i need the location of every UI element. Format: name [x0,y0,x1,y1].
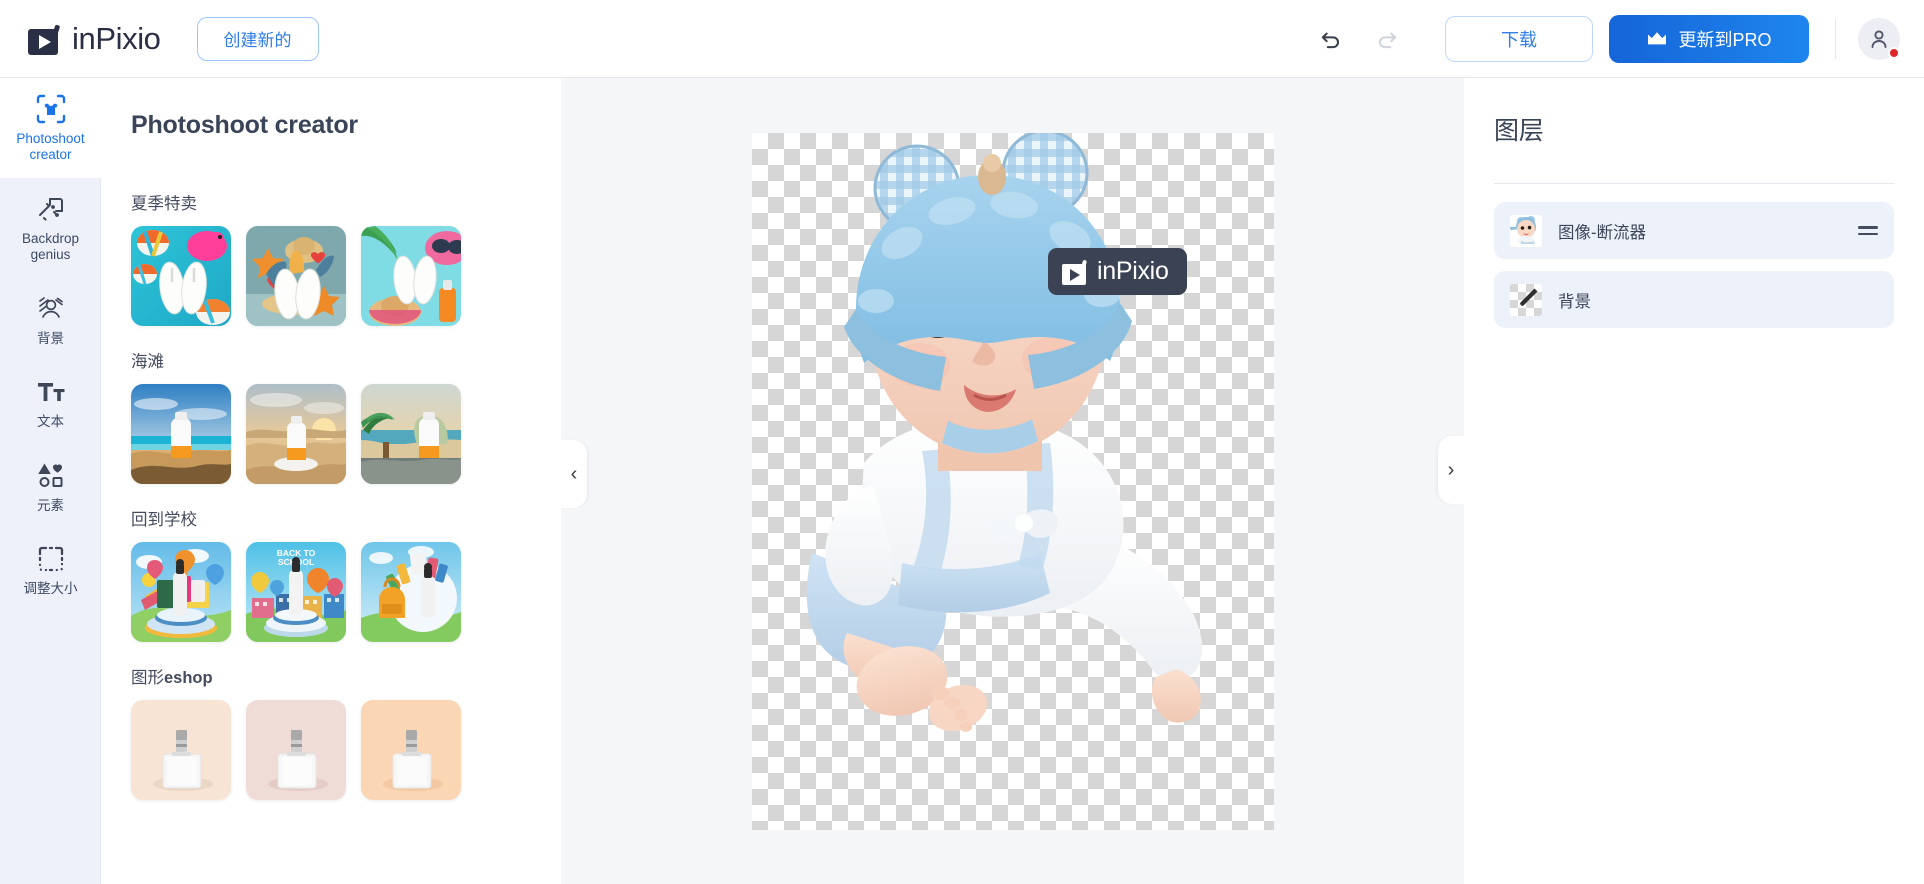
magic-backdrop-icon [36,194,66,224]
category-title-suffix: eshop [164,669,213,687]
upgrade-pro-button[interactable]: 更新到PRO [1609,15,1809,63]
category-title-text: 图形 [131,669,164,687]
watermark: inPixio [1048,248,1187,295]
layer-name: 图像-断流器 [1558,219,1646,243]
sidebar-item-label: Photoshoot creator [6,131,95,164]
back-to-school-bottle-thumb[interactable]: BACK TO SCHOOL [246,542,346,642]
inpixio-logo-icon [1062,259,1089,285]
template-scroll-area[interactable]: 夏季特卖 [101,168,561,884]
inpixio-logo-icon [28,23,62,55]
category-title: 图形eshop [131,664,561,688]
canvas-stage[interactable]: inPixio [561,78,1464,884]
collapse-left-panel-button[interactable]: ‹ [561,440,587,508]
template-row [101,384,561,484]
page-title: Photoshoot creator [131,111,561,140]
layer-item-background[interactable]: 背景 [1494,271,1894,328]
left-toolbar-rail: Photoshoot creator Backdrop genius [0,78,101,884]
watermark-label: inPixio [1097,257,1169,286]
notification-dot [1888,47,1900,59]
sidebar-item-label: Backdrop genius [6,231,95,264]
expand-right-panel-button[interactable]: › [1438,436,1464,504]
sidebar-item-label: 背景 [37,331,64,347]
sidebar-item-label: 调整大小 [24,581,78,597]
header-actions: 下载 更新到PRO [1309,15,1924,63]
baby-in-blue-bear-hat-photo[interactable] [752,133,1274,830]
perfume-rose-thumb[interactable] [246,700,346,800]
sidebar-item-elements[interactable]: 元素 [0,445,101,528]
layers-panel: 图层 [1464,78,1924,884]
pool-flipflops-thumb[interactable] [131,226,231,326]
perfume-peach-thumb[interactable] [131,700,231,800]
sidebar-item-backdrop-genius[interactable]: Backdrop genius [0,178,101,278]
drag-handle-icon[interactable] [1858,226,1878,235]
category-title: 回到学校 [131,506,561,530]
layer-name: 背景 [1558,288,1591,312]
sidebar-item-text[interactable]: 文本 [0,361,101,444]
school-podium-bottle-thumb[interactable] [131,542,231,642]
tshirt-frame-icon [36,94,66,124]
template-row: BACK TO SCHOOL [101,542,561,642]
shapes-elements-icon [36,461,66,491]
download-button[interactable]: 下载 [1445,16,1593,62]
app-header: inPixio 创建新的 下载 更新到PRO [0,0,1924,78]
template-row [101,700,561,800]
sidebar-item-label: 文本 [37,414,64,430]
text-tt-icon [36,377,66,407]
layers-divider [1494,183,1894,184]
category-title: 海滩 [131,348,561,372]
palm-mint-flipflops-thumb[interactable] [361,226,461,326]
sunset-dune-tube-thumb[interactable] [246,384,346,484]
layer-item-image[interactable]: 图像-断流器 [1494,202,1894,259]
undo-icon[interactable] [1309,17,1353,61]
category-title: 夏季特卖 [131,190,561,214]
beach-dune-tube-thumb[interactable] [131,384,231,484]
image-canvas[interactable]: inPixio [752,133,1274,830]
sidebar-item-photoshoot-creator[interactable]: Photoshoot creator [0,78,101,178]
perfume-orange-thumb[interactable] [361,700,461,800]
lagoon-palm-tube-thumb[interactable] [361,384,461,484]
starfish-hat-flipflops-thumb[interactable] [246,226,346,326]
layers-title: 图层 [1494,111,1924,147]
resize-dashed-icon [37,544,65,574]
redo-icon[interactable] [1365,17,1409,61]
crown-icon [1646,30,1668,48]
backpack-bottle-thumb[interactable] [361,542,461,642]
background-pencil-thumb [1510,284,1542,316]
sidebar-item-resize[interactable]: 调整大小 [0,528,101,611]
brand: inPixio [28,21,161,57]
baby-layer-thumb [1510,215,1542,247]
create-new-button[interactable]: 创建新的 [197,17,319,61]
header-divider [1835,19,1836,59]
avatar[interactable] [1858,18,1900,60]
template-row [101,226,561,326]
photoshoot-panel: Photoshoot creator 夏季特卖 [101,78,561,884]
chevron-right-icon: › [1448,460,1455,480]
app-root: inPixio 创建新的 下载 更新到PRO [0,0,1924,884]
sidebar-item-label: 元素 [37,498,64,514]
background-person-icon [36,294,66,324]
upgrade-pro-label: 更新到PRO [1678,26,1771,52]
chevron-left-icon: ‹ [571,464,578,484]
brand-name: inPixio [72,21,161,57]
sidebar-item-background[interactable]: 背景 [0,278,101,361]
